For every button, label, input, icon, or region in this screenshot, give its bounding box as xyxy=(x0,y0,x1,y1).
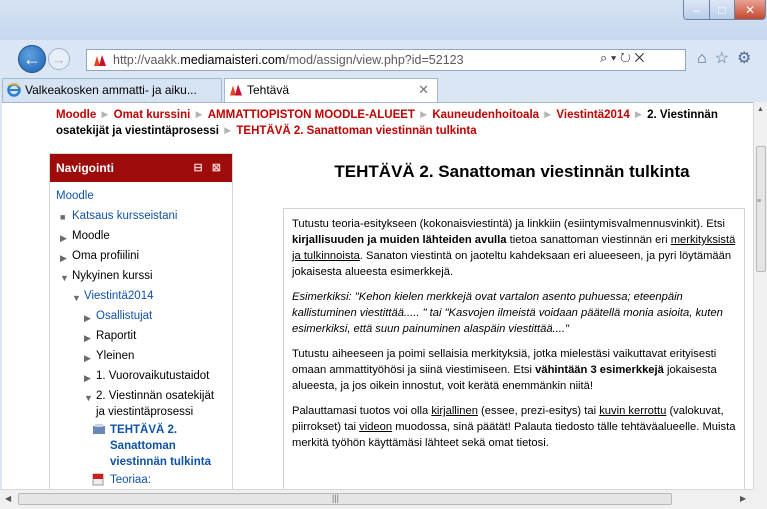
navigation-header: Navigointi ⊟ ⊠ xyxy=(50,154,232,182)
breadcrumb-separator: ► xyxy=(193,109,205,121)
tab-strip: Valkeakosken ammatti- ja aiku... Tehtävä… xyxy=(0,78,767,102)
nav-item-oma-profiili[interactable]: ▶ Oma profiilini xyxy=(50,246,232,266)
page-title: TEHTÄVÄ 2. Sanattoman viestinnän tulkint… xyxy=(334,162,690,181)
scroll-up-icon[interactable]: ▲ xyxy=(757,106,764,113)
nav-item-moodle[interactable]: ▶ Moodle xyxy=(50,226,232,246)
forward-button[interactable]: → xyxy=(48,48,70,70)
breadcrumb-separator: ► xyxy=(99,109,111,121)
breadcrumb-last: TEHTÄVÄ 2. Sanattoman viestinnän tulkint… xyxy=(236,125,477,137)
breadcrumb-item[interactable]: Kauneudenhoitoala xyxy=(432,109,539,121)
nav-item-osallistujat[interactable]: ▶ Osallistujat xyxy=(50,306,232,326)
scrollbar-corner xyxy=(753,489,767,509)
underlined-phrase: kuvin kerrottu xyxy=(599,405,667,417)
ie-icon xyxy=(7,83,21,97)
assignment-icon xyxy=(93,424,105,434)
collapse-icon: ▼ xyxy=(84,393,93,403)
close-tab-icon[interactable]: ✕ xyxy=(418,79,429,101)
maximize-button[interactable]: □ xyxy=(709,0,735,20)
paragraph: Palauttamasi tuotos voi olla kirjallinen… xyxy=(292,405,736,449)
breadcrumb-item[interactable]: Viestintä2014 xyxy=(556,109,629,121)
breadcrumb-separator: ► xyxy=(417,109,430,121)
scroll-thumb[interactable] xyxy=(756,146,766,272)
expand-icon: ▶ xyxy=(84,353,91,363)
title-bar: – □ ✕ xyxy=(0,0,767,40)
block-controls-icon[interactable]: ⊟ ⊠ xyxy=(194,154,225,182)
nav-item-nykyinen-kurssi[interactable]: ▼ Nykyinen kurssi xyxy=(50,266,232,286)
nav-item-vuorovaikutustaidot[interactable]: ▶ 1. Vuorovaikutustaidot xyxy=(50,366,232,386)
tab-valkeakosken[interactable]: Valkeakosken ammatti- ja aiku... xyxy=(2,78,222,102)
minimize-button[interactable]: – xyxy=(683,0,710,20)
paragraph: Tutustu aiheeseen ja poimi sellaisia mer… xyxy=(292,348,717,392)
address-bar[interactable]: http://vaakk.mediamaisteri.com/mod/assig… xyxy=(86,49,686,71)
moodle-site-icon xyxy=(94,55,106,66)
horizontal-scrollbar[interactable]: ◀ ||| ▶ xyxy=(0,489,753,509)
breadcrumb-item[interactable]: Omat kurssini xyxy=(114,109,191,121)
nav-item-viestinnan-osatekijat[interactable]: ▼ 2. Viestinnän osatekijät ja viestintäpr… xyxy=(50,386,232,420)
address-tools[interactable]: ⌕ ▾ ↻ ✕ xyxy=(600,50,644,66)
scroll-right-icon[interactable]: ▶ xyxy=(740,494,746,503)
nav-item-katsaus[interactable]: ■ Katsaus kursseistani xyxy=(50,206,232,226)
scroll-left-icon[interactable]: ◀ xyxy=(5,494,11,503)
url-domain: mediamaisteri.com xyxy=(180,53,286,67)
nav-item-moodle-home[interactable]: Moodle xyxy=(50,186,232,206)
bullet-icon: ■ xyxy=(60,212,66,222)
collapse-icon: ▼ xyxy=(60,273,69,283)
collapse-icon: ▼ xyxy=(72,293,81,303)
tab-tehtava[interactable]: Tehtävä ✕ xyxy=(224,78,438,102)
grip-icon: ≡ xyxy=(757,198,762,205)
navigation-list: Moodle ■ Katsaus kursseistani ▶ Moodle ▶ Om… xyxy=(50,182,232,489)
nav-item-teoriaa[interactable]: Teoriaa: xyxy=(50,470,232,489)
expand-icon: ▶ xyxy=(84,333,91,343)
url-prefix: http://vaakk. xyxy=(113,53,181,67)
browser-window: – □ ✕ ← → http://vaakk.mediamaisteri.com… xyxy=(0,0,767,509)
nav-item-viestinta2014[interactable]: ▼ Viestintä2014 xyxy=(50,286,232,306)
navigation-title: Navigointi xyxy=(56,161,115,175)
nav-item-tehtava-2[interactable]: TEHTÄVÄ 2. Sanattoman viestinnän tulkint… xyxy=(50,420,232,470)
expand-icon: ▶ xyxy=(60,233,67,243)
grip-icon: ||| xyxy=(332,493,340,503)
breadcrumb-item[interactable]: Moodle xyxy=(56,109,96,121)
example-paragraph: Esimerkiksi: "Kehon kielen merkkejä ovat… xyxy=(292,291,723,335)
vertical-scrollbar[interactable]: ▲ ≡ xyxy=(753,102,767,489)
page-content: Moodle ► Omat kurssini ► AMMATTIOPISTON MOOD… xyxy=(2,102,753,489)
url-path: /mod/assign/view.php?id=52123 xyxy=(285,53,464,67)
expand-icon: ▶ xyxy=(60,253,67,263)
nav-item-raportit[interactable]: ▶ Raportit xyxy=(50,326,232,346)
close-window-button[interactable]: ✕ xyxy=(734,0,766,20)
expand-icon: ▶ xyxy=(84,373,91,383)
scroll-thumb[interactable] xyxy=(18,493,672,505)
moodle-icon xyxy=(230,84,242,96)
forward-arrow-icon: → xyxy=(52,51,66,67)
toolbar-icons[interactable]: ⌂☆⚙ xyxy=(697,48,759,68)
pdf-file-icon xyxy=(92,473,104,486)
tab-label: Valkeakosken ammatti- ja aiku... xyxy=(25,83,197,97)
assignment-description: Tutustu teoria-esitykseen (kokonaisviest… xyxy=(283,208,745,489)
back-arrow-icon: ← xyxy=(23,48,41,69)
breadcrumb-separator: ► xyxy=(632,109,645,121)
tab-label: Tehtävä xyxy=(247,83,290,97)
underlined-phrase: videon xyxy=(359,421,393,433)
breadcrumb-separator: ► xyxy=(542,109,554,121)
breadcrumb-item[interactable]: AMMATTIOPISTON MOODLE-ALUEET xyxy=(208,109,415,121)
paragraph: Tutustu teoria-esitykseen (kokonaisviest… xyxy=(292,218,736,278)
back-button[interactable]: ← xyxy=(18,45,46,73)
nav-item-yleinen[interactable]: ▶ Yleinen xyxy=(50,346,232,366)
underlined-phrase: kirjallinen xyxy=(431,405,478,417)
breadcrumb: Moodle ► Omat kurssini ► AMMATTIOPISTON MOOD… xyxy=(56,107,746,139)
breadcrumb-separator: ► xyxy=(222,125,234,137)
navigation-block: Navigointi ⊟ ⊠ Moodle ■ Katsaus kursseist… xyxy=(49,153,233,489)
expand-icon: ▶ xyxy=(84,313,91,323)
